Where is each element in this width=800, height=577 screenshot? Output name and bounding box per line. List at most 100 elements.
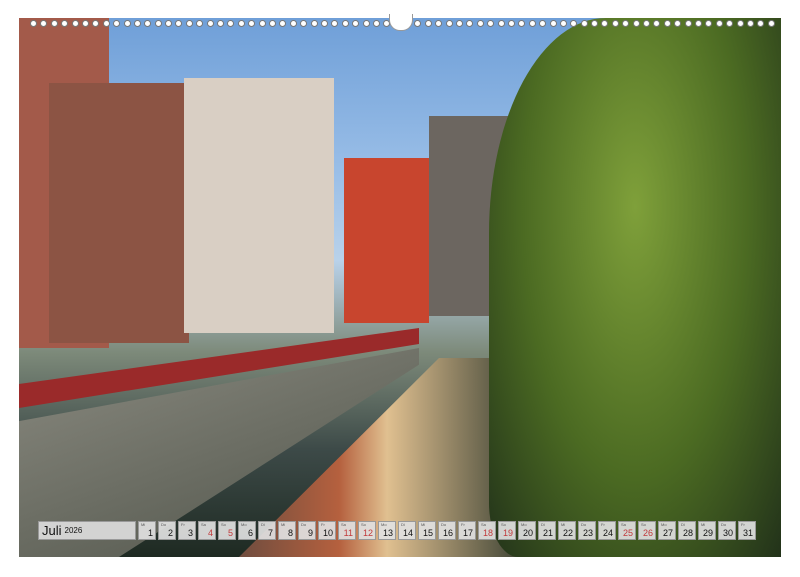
- weekday: Do: [161, 522, 166, 527]
- ring: [124, 20, 131, 27]
- weekday: Mi: [561, 522, 565, 527]
- weekday: Sa: [201, 522, 206, 527]
- ring: [633, 20, 640, 27]
- ring: [331, 20, 338, 27]
- ring: [768, 20, 775, 27]
- day-cell: Mo13: [378, 521, 396, 540]
- day-cell: Mi15: [418, 521, 436, 540]
- weekday: Do: [581, 522, 586, 527]
- ring: [227, 20, 234, 27]
- ring: [363, 20, 370, 27]
- day-number: 1: [148, 528, 153, 538]
- day-number: 17: [463, 528, 473, 538]
- ring: [757, 20, 764, 27]
- weekday: Do: [721, 522, 726, 527]
- weekday: So: [361, 522, 366, 527]
- day-number: 14: [403, 528, 413, 538]
- day-cell: Mi8: [278, 521, 296, 540]
- day-number: 30: [723, 528, 733, 538]
- day-number: 3: [188, 528, 193, 538]
- weekday: Mi: [141, 522, 145, 527]
- willow-tree: [489, 18, 781, 557]
- weekday: Mo: [661, 522, 667, 527]
- day-number: 7: [268, 528, 273, 538]
- weekday: Fr: [181, 522, 185, 527]
- ring: [40, 20, 47, 27]
- ring: [477, 20, 484, 27]
- ring: [61, 20, 68, 27]
- ring: [175, 20, 182, 27]
- ring: [726, 20, 733, 27]
- day-cell: Di21: [538, 521, 556, 540]
- month-name: Juli: [42, 523, 62, 538]
- ring: [144, 20, 151, 27]
- white-houses: [184, 78, 334, 333]
- day-cell: Mo6: [238, 521, 256, 540]
- day-cell: Do9: [298, 521, 316, 540]
- day-cell: Fr10: [318, 521, 336, 540]
- day-number: 22: [563, 528, 573, 538]
- day-cell: Do23: [578, 521, 596, 540]
- day-number: 28: [683, 528, 693, 538]
- ring: [259, 20, 266, 27]
- day-cell: Sa25: [618, 521, 636, 540]
- weekday: Fr: [321, 522, 325, 527]
- day-number: 13: [383, 528, 393, 538]
- day-number: 6: [248, 528, 253, 538]
- day-cell: Mo27: [658, 521, 676, 540]
- weekday: Di: [681, 522, 685, 527]
- day-number: 23: [583, 528, 593, 538]
- ring: [518, 20, 525, 27]
- ring: [664, 20, 671, 27]
- ring: [103, 20, 110, 27]
- ring: [674, 20, 681, 27]
- day-number: 29: [703, 528, 713, 538]
- day-cell: So26: [638, 521, 656, 540]
- ring: [570, 20, 577, 27]
- weekday: Fr: [461, 522, 465, 527]
- day-cell: Sa11: [338, 521, 356, 540]
- ring: [248, 20, 255, 27]
- day-cell: Fr3: [178, 521, 196, 540]
- ring: [612, 20, 619, 27]
- ring: [705, 20, 712, 27]
- day-cell: Do16: [438, 521, 456, 540]
- day-number: 15: [423, 528, 433, 538]
- day-number: 24: [603, 528, 613, 538]
- ring: [591, 20, 598, 27]
- ring: [290, 20, 297, 27]
- day-cell: Mi29: [698, 521, 716, 540]
- ring: [30, 20, 37, 27]
- day-number: 4: [208, 528, 213, 538]
- ring: [716, 20, 723, 27]
- ring: [82, 20, 89, 27]
- day-cell: So5: [218, 521, 236, 540]
- red-gable-house: [344, 158, 429, 323]
- ring: [529, 20, 536, 27]
- day-cell: So12: [358, 521, 376, 540]
- day-number: 12: [363, 528, 373, 538]
- day-cell: Fr24: [598, 521, 616, 540]
- ring: [456, 20, 463, 27]
- weekday: So: [641, 522, 646, 527]
- day-number: 16: [443, 528, 453, 538]
- ring: [560, 20, 567, 27]
- weekday: Mo: [521, 522, 527, 527]
- ring: [217, 20, 224, 27]
- ring: [539, 20, 546, 27]
- day-cell: Fr31: [738, 521, 756, 540]
- day-number: 8: [288, 528, 293, 538]
- ring: [601, 20, 608, 27]
- day-cell: Mo20: [518, 521, 536, 540]
- ring: [51, 20, 58, 27]
- weekday: Mo: [241, 522, 247, 527]
- ring: [134, 20, 141, 27]
- ring: [72, 20, 79, 27]
- day-number: 31: [743, 528, 753, 538]
- weekday: Mi: [281, 522, 285, 527]
- ring: [373, 20, 380, 27]
- ring: [487, 20, 494, 27]
- day-cell: Fr17: [458, 521, 476, 540]
- ring: [695, 20, 702, 27]
- ring: [238, 20, 245, 27]
